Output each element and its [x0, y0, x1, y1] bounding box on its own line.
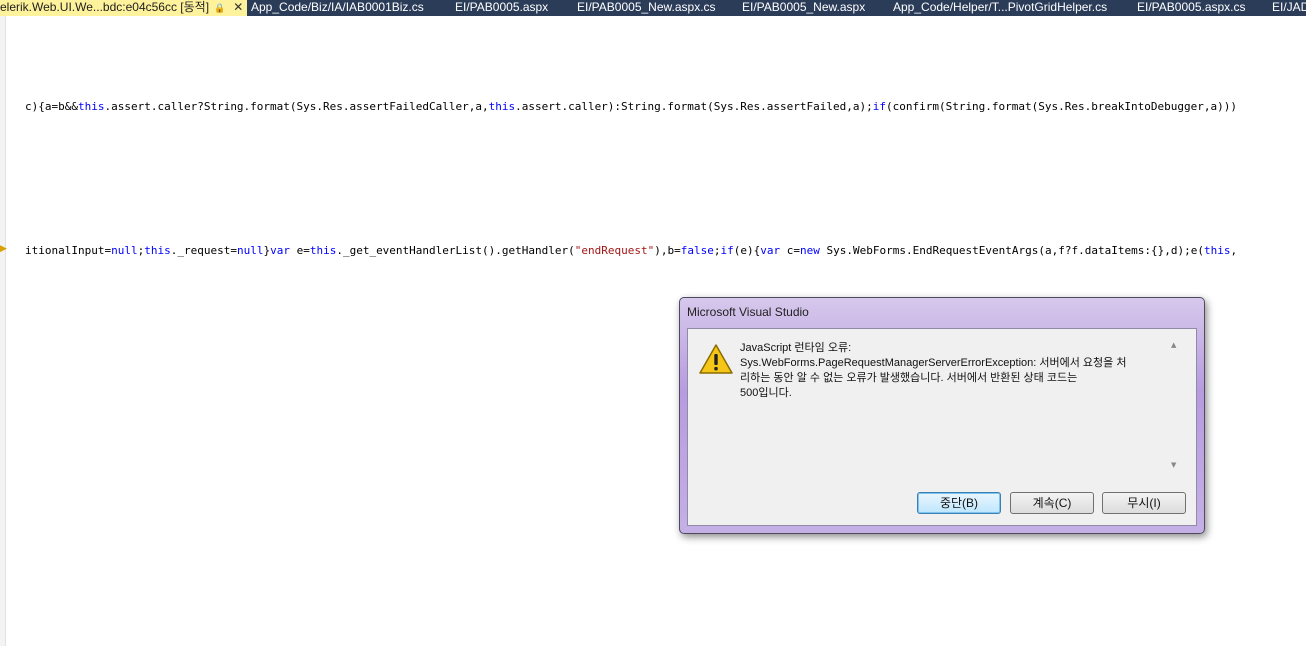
- tab-label: App_Code/Helper/T...PivotGridHelper.cs: [893, 0, 1108, 14]
- code-token: false: [680, 244, 714, 257]
- code-token: new: [799, 244, 820, 257]
- code-token: null: [111, 244, 138, 257]
- tab-label: EI/JAD: [1272, 0, 1306, 14]
- code-token: e=: [289, 244, 310, 257]
- code-token: var: [270, 244, 290, 257]
- code-token: ._get_eventHandlerList().getHandler(: [336, 244, 575, 257]
- error-dialog: Microsoft Visual Studio JavaScript 런타임 오…: [679, 297, 1205, 534]
- code-token: ._request=: [170, 244, 237, 257]
- tab-iab0001biz[interactable]: App_Code/Biz/IA/IAB0001Biz.cs: [251, 0, 424, 16]
- code-token: ),b=: [654, 244, 681, 257]
- message-line: Sys.WebForms.PageRequestManagerServerErr…: [740, 357, 1127, 369]
- message-line: 500입니다.: [740, 387, 792, 399]
- code-token: var: [760, 244, 781, 257]
- code-token: Sys.WebForms.EndRequestEventArgs(a,f?f.d…: [819, 244, 1204, 257]
- tab-label: EI/PAB0005_New.aspx: [742, 0, 866, 14]
- message-scrollbar[interactable]: ▲ ▼: [1169, 341, 1183, 471]
- code-token: itionalInput=: [25, 244, 112, 257]
- tab-pab0005-new-aspx-cs[interactable]: EI/PAB0005_New.aspx.cs: [577, 0, 716, 16]
- code-token: c=: [780, 244, 800, 257]
- code-token: this: [309, 244, 337, 257]
- tab-pab0005-aspx-cs[interactable]: EI/PAB0005.aspx.cs: [1137, 0, 1246, 16]
- tab-pivotgridhelper[interactable]: App_Code/Helper/T...PivotGridHelper.cs: [893, 0, 1107, 16]
- warning-icon: [699, 344, 733, 374]
- error-message: JavaScript 런타임 오류: Sys.WebForms.PageRequ…: [740, 341, 1160, 401]
- code-token: ,: [1230, 244, 1238, 257]
- tab-active-document[interactable]: elerik.Web.UI.We...bdc:e04c56cc [동적] 🔒 ✕: [0, 0, 248, 16]
- scroll-up-icon[interactable]: ▲: [1171, 341, 1176, 349]
- close-icon[interactable]: ✕: [233, 0, 243, 14]
- tab-label: App_Code/Biz/IA/IAB0001Biz.cs: [251, 0, 424, 14]
- code-token: null: [236, 244, 264, 257]
- document-tab-strip: elerik.Web.UI.We...bdc:e04c56cc [동적] 🔒 ✕ A…: [0, 0, 1306, 16]
- dialog-title: Microsoft Visual Studio: [687, 305, 809, 319]
- ignore-button[interactable]: 무시(I): [1102, 492, 1186, 514]
- current-statement-arrow-icon: ▶: [0, 244, 7, 254]
- scroll-down-icon[interactable]: ▼: [1171, 461, 1176, 469]
- tab-pab0005-new-aspx[interactable]: EI/PAB0005_New.aspx: [742, 0, 865, 16]
- dialog-body: JavaScript 런타임 오류: Sys.WebForms.PageRequ…: [687, 328, 1197, 526]
- code-token: if: [720, 244, 734, 257]
- code-line: itionalInput=null;this._request=null}var…: [25, 244, 1237, 258]
- code-token: this: [77, 100, 105, 113]
- tab-pab0005-aspx[interactable]: EI/PAB0005.aspx: [455, 0, 548, 16]
- tab-label: elerik.Web.UI.We...bdc:e04c56cc [동적]: [0, 0, 210, 14]
- code-token: .assert.caller):String.format(Sys.Res.as…: [515, 100, 873, 113]
- code-token: c){a=b&&: [25, 100, 78, 113]
- code-token: this: [144, 244, 171, 257]
- code-token: this: [488, 100, 516, 113]
- editor-margin: [0, 16, 6, 646]
- tab-label: EI/PAB0005.aspx.cs: [1137, 0, 1246, 14]
- code-token: (confirm(String.format(Sys.Res.breakInto…: [885, 100, 1237, 113]
- message-line: JavaScript 런타임 오류:: [740, 342, 852, 354]
- code-token: if: [872, 100, 886, 113]
- message-line: 리하는 동안 알 수 없는 오류가 발생했습니다. 서버에서 반환된 상태 코드…: [740, 372, 1078, 384]
- tab-label: EI/PAB0005.aspx: [455, 0, 549, 14]
- code-token: "endRequest": [574, 244, 655, 257]
- break-button[interactable]: 중단(B): [917, 492, 1001, 514]
- code-token: .assert.caller?String.format(Sys.Res.ass…: [104, 100, 489, 113]
- code-token: this: [1203, 244, 1231, 257]
- lock-icon: 🔒: [214, 3, 226, 13]
- tab-jad[interactable]: EI/JAD: [1272, 0, 1306, 16]
- code-token: (e){: [733, 244, 761, 257]
- code-line: c){a=b&&this.assert.caller?String.format…: [25, 100, 1237, 114]
- continue-button[interactable]: 계속(C): [1010, 492, 1094, 514]
- tab-label: EI/PAB0005_New.aspx.cs: [577, 0, 716, 14]
